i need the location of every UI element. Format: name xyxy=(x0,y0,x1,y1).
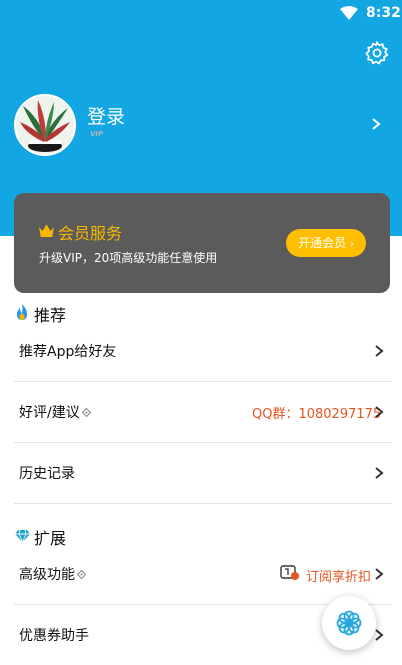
coupon-tag-icon xyxy=(280,565,300,585)
chevron-right-icon: › xyxy=(349,239,354,250)
open-vip-label: 开通会员 xyxy=(298,236,347,250)
flower-icon xyxy=(336,610,362,636)
login-label[interactable]: 登录 xyxy=(87,102,125,129)
advanced-label: 高级功能 xyxy=(19,567,75,583)
chevron-right-icon xyxy=(374,627,384,646)
feedback-label: 好评/建议 xyxy=(19,405,80,421)
row-label: 好评/建议 xyxy=(19,402,91,422)
subscribe-discount-text[interactable]: 订阅享折扣 xyxy=(306,566,371,585)
crown-icon xyxy=(38,222,55,241)
row-label: 优惠券助手 xyxy=(19,628,89,644)
floating-action-button[interactable] xyxy=(322,596,376,650)
vip-card-title: 会员服务 xyxy=(58,224,123,243)
open-vip-button[interactable]: 开通会员 › xyxy=(286,229,366,257)
status-time: 8:32 xyxy=(366,5,401,21)
row-recommend-app[interactable]: 推荐App给好友 xyxy=(14,321,392,382)
vip-badge: VIP xyxy=(90,130,104,138)
gear-icon[interactable] xyxy=(364,40,390,66)
profile-login-row[interactable]: 登录 VIP xyxy=(14,94,394,158)
vip-card-subtitle: 升级VIP，20项高级功能任意使用 xyxy=(39,251,218,265)
row-advanced[interactable]: 高级功能 订阅享折扣 xyxy=(14,544,392,605)
info-icon xyxy=(81,405,91,421)
chevron-right-icon xyxy=(374,404,384,423)
vip-service-card[interactable]: 会员服务 升级VIP，20项高级功能任意使用 开通会员 › xyxy=(14,193,390,293)
info-icon xyxy=(76,567,87,583)
row-label: 历史记录 xyxy=(19,466,75,482)
row-feedback[interactable]: 好评/建议 QQ群：1080297175 xyxy=(14,382,392,443)
chevron-right-icon xyxy=(374,465,384,484)
chevron-right-icon xyxy=(374,343,384,362)
row-label: 推荐App给好友 xyxy=(19,344,117,360)
chevron-right-icon xyxy=(374,566,384,585)
row-history[interactable]: 历史记录 xyxy=(14,443,392,504)
chevron-right-icon[interactable] xyxy=(370,116,382,135)
wifi-icon xyxy=(340,5,358,24)
row-label: 高级功能 xyxy=(19,564,87,584)
status-bar: 8:32 xyxy=(0,0,402,26)
qq-group-text[interactable]: QQ群：1080297175 xyxy=(252,403,381,422)
avatar[interactable] xyxy=(14,94,76,156)
